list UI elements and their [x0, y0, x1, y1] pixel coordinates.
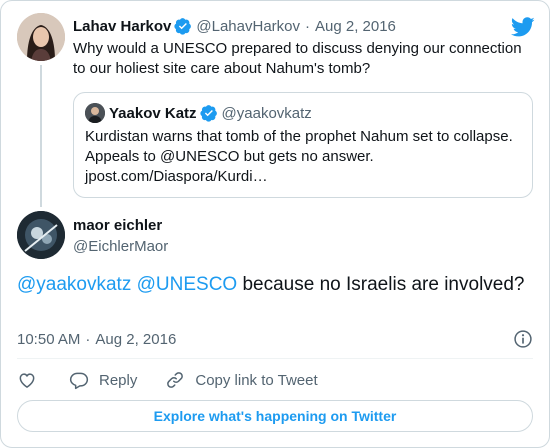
author-handle[interactable]: @LahavHarkov [196, 18, 300, 35]
divider [17, 358, 533, 359]
reply-author-handle[interactable]: @EichlerMaor [73, 238, 168, 255]
twitter-bird-icon[interactable] [511, 15, 535, 39]
reply-text-body: because no Israelis are involved? [237, 274, 525, 295]
quoted-author-name: Yaakov Katz [109, 104, 197, 122]
heart-icon [19, 373, 35, 388]
avatar[interactable] [17, 211, 65, 259]
explore-twitter-button[interactable]: Explore what's happening on Twitter [17, 400, 533, 432]
avatar-image-yaakov [85, 103, 105, 123]
quoted-avatar [85, 103, 105, 123]
avatar-image-maor [17, 211, 65, 259]
tweet-text-line: Why would a UNESCO prepared to discuss d… [73, 40, 522, 57]
parent-tweet-header: Lahav Harkov @LahavHarkov · Aug 2, 2016 [73, 16, 396, 36]
author-name[interactable]: Lahav Harkov [73, 18, 171, 35]
separator-dot: · [305, 17, 310, 35]
verified-badge-icon [199, 105, 217, 122]
reply-button[interactable]: Reply [69, 370, 137, 390]
avatar-image-lahav [17, 13, 65, 61]
quoted-author-handle: @yaakovkatz [221, 104, 312, 122]
mention-link[interactable]: @UNESCO [137, 274, 238, 295]
embedded-tweet-card: Lahav Harkov @LahavHarkov · Aug 2, 2016 … [0, 0, 550, 448]
tweet-text-line: to our holiest site care about Nahum's t… [73, 60, 371, 77]
verified-badge-icon [174, 18, 192, 35]
explore-label: Explore what's happening on Twitter [153, 408, 397, 424]
speech-bubble-icon [69, 372, 89, 390]
quoted-tweet[interactable]: Yaakov Katz @yaakovkatz Kurdistan warns … [73, 92, 533, 198]
quoted-tweet-header: Yaakov Katz @yaakovkatz [109, 103, 312, 123]
link-icon [167, 372, 184, 388]
quoted-tweet-text: Kurdistan warns that tomb of the prophet… [85, 127, 525, 187]
copy-link-label: Copy link to Tweet [195, 371, 318, 389]
like-button[interactable] [17, 370, 37, 390]
reply-time: 10:50 AM [17, 330, 81, 348]
parent-tweet-text: Why would a UNESCO prepared to discuss d… [73, 39, 533, 79]
quoted-text-line: Kurdistan warns that tomb of the prophet… [85, 128, 513, 145]
avatar[interactable] [17, 13, 65, 61]
tweet-actions: Reply Copy link to Tweet [17, 369, 318, 391]
thread-connector-line [40, 65, 42, 207]
reply-author-name[interactable]: maor eichler [73, 217, 162, 234]
quoted-text-link: jpost.com/Diaspora/Kurdi… [85, 168, 268, 185]
reply-timestamp[interactable]: 10:50 AM · Aug 2, 2016 [17, 329, 176, 349]
separator-dot: · [85, 330, 91, 348]
mention-link[interactable]: @yaakovkatz [17, 274, 131, 295]
tweet-date[interactable]: Aug 2, 2016 [315, 18, 396, 35]
quoted-text-line: Appeals to @UNESCO but gets no answer. [85, 148, 374, 165]
reply-date: Aug 2, 2016 [95, 330, 177, 348]
copy-link-button[interactable]: Copy link to Tweet [165, 370, 318, 390]
reply-tweet-text: @yaakovkatz @UNESCO because no Israelis … [17, 273, 535, 297]
info-icon[interactable] [513, 329, 533, 349]
reply-label: Reply [99, 371, 138, 389]
